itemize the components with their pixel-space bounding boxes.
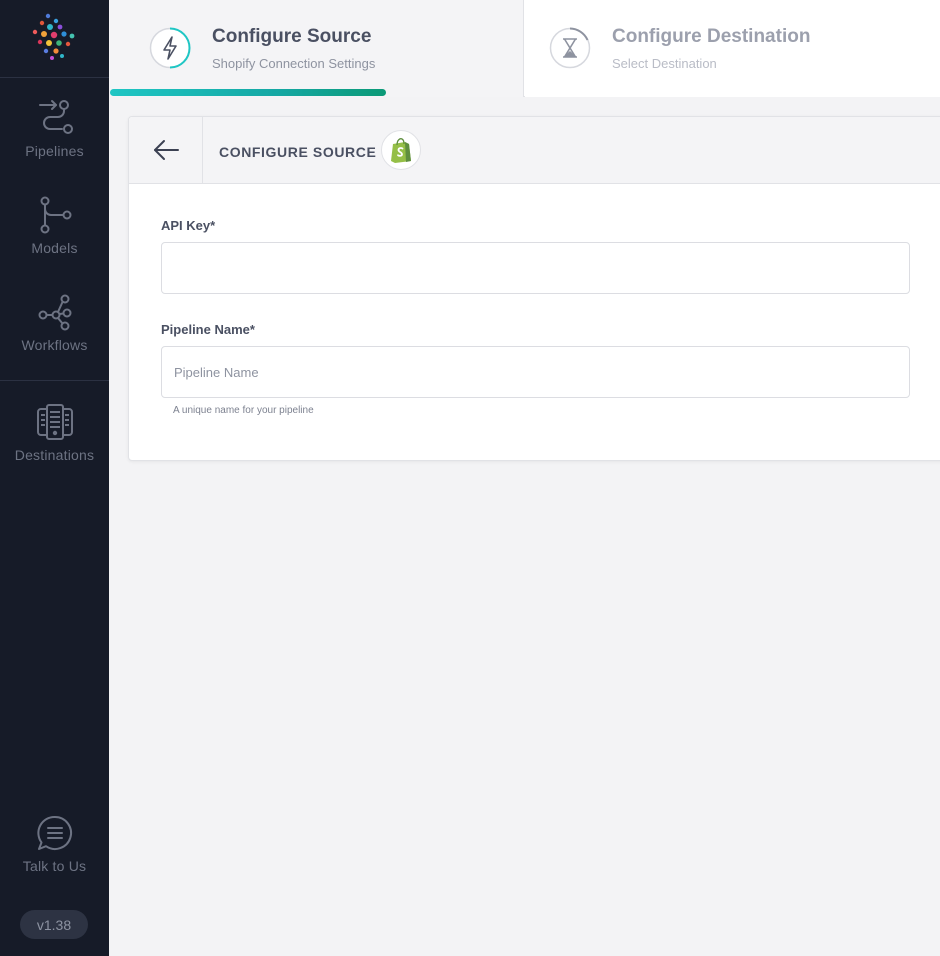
destinations-icon xyxy=(36,404,73,440)
step-configure-source[interactable]: Configure Source Shopify Connection Sett… xyxy=(109,0,524,97)
talk-to-us-button[interactable]: Talk to Us xyxy=(0,814,109,904)
app-root: Pipelines Models Workflows Destinations … xyxy=(0,0,940,956)
sidebar-item-label: Workflows xyxy=(21,337,88,353)
sidebar-item-workflows[interactable]: Workflows xyxy=(0,293,109,383)
step-subtitle: Shopify Connection Settings xyxy=(212,56,376,71)
chat-icon xyxy=(36,815,72,850)
pipeline-name-input[interactable] xyxy=(161,346,910,398)
pipeline-name-label: Pipeline Name* xyxy=(161,322,255,337)
hourglass-icon xyxy=(549,27,591,69)
step-title: Configure Source xyxy=(212,26,372,47)
source-badge xyxy=(381,130,421,170)
step-progress-bar xyxy=(110,89,386,96)
configure-source-card: CONFIGURE SOURCE API Key* Pipeline Name*… xyxy=(128,116,940,461)
sidebar: Pipelines Models Workflows Destinations … xyxy=(0,0,109,956)
stepper: Configure Source Shopify Connection Sett… xyxy=(109,0,940,97)
sidebar-item-label: Pipelines xyxy=(25,143,84,159)
card-header: CONFIGURE SOURCE xyxy=(129,117,940,184)
step-title: Configure Destination xyxy=(612,26,811,47)
workflows-icon xyxy=(38,294,71,331)
arrow-left-icon xyxy=(153,140,179,160)
sidebar-divider xyxy=(0,77,109,78)
lightning-icon xyxy=(149,27,191,69)
sidebar-item-label: Destinations xyxy=(14,447,95,463)
version-badge: v1.38 xyxy=(20,910,88,939)
shopify-icon xyxy=(391,138,411,163)
step-subtitle: Select Destination xyxy=(612,56,717,71)
talk-to-us-label: Talk to Us xyxy=(22,858,87,874)
pipeline-name-hint: A unique name for your pipeline xyxy=(173,405,314,416)
api-key-label: API Key* xyxy=(161,218,216,233)
logo-icon xyxy=(32,13,75,60)
card-title: CONFIGURE SOURCE xyxy=(219,144,377,160)
api-key-input[interactable] xyxy=(161,242,910,294)
pipelines-icon xyxy=(38,100,73,134)
step-configure-destination[interactable]: Configure Destination Select Destination xyxy=(525,0,940,97)
sidebar-item-destinations[interactable]: Destinations xyxy=(0,403,109,493)
sidebar-divider xyxy=(0,380,109,381)
sidebar-item-pipelines[interactable]: Pipelines xyxy=(0,99,109,189)
models-icon xyxy=(40,196,71,234)
back-button[interactable] xyxy=(129,117,203,183)
sidebar-item-models[interactable]: Models xyxy=(0,196,109,286)
logo[interactable] xyxy=(28,12,82,66)
sidebar-item-label: Models xyxy=(31,240,78,256)
